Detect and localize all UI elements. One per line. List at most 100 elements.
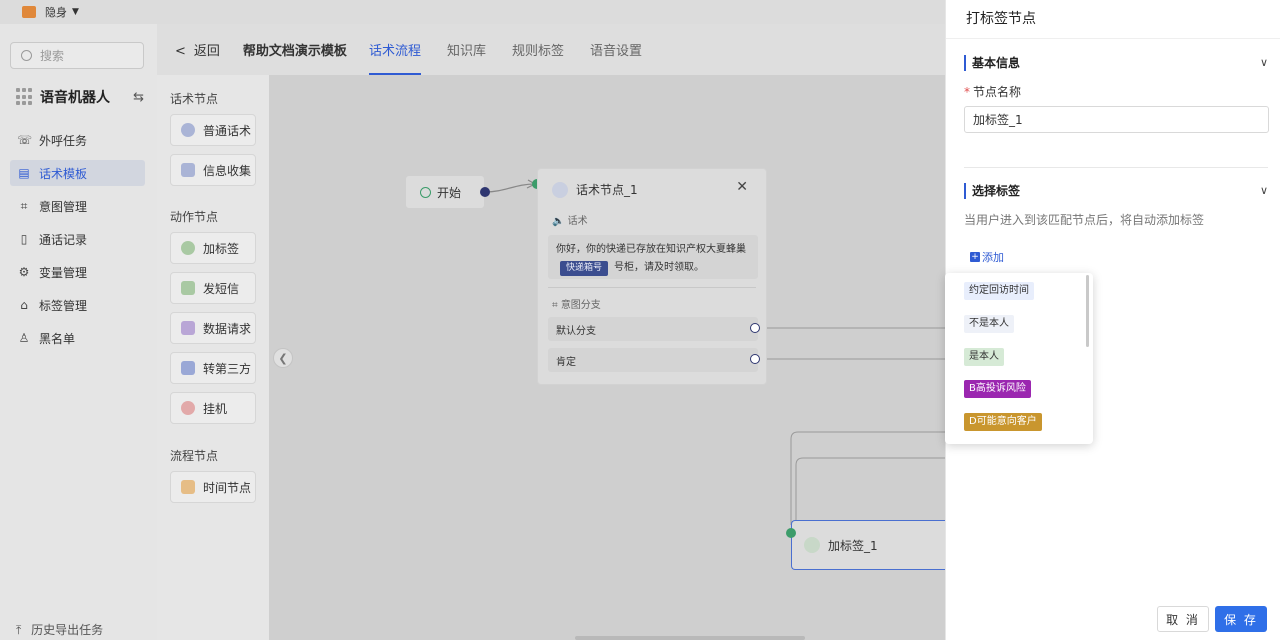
hangup-icon [181,401,195,415]
user-icon: ♙ [18,331,30,345]
branch-affirm-out-port[interactable] [750,354,760,364]
tag-option[interactable]: 不是本人 [964,315,1014,333]
tag-option[interactable]: B高投诉风险 [964,380,1031,398]
tag-node-label: 加标签_1 [828,538,878,553]
variable-icon: ⚙ [18,265,30,279]
branch-affirm[interactable]: 肯定 [548,348,758,372]
apps-grid-icon[interactable] [16,88,34,106]
sidebar-item-intents[interactable]: ⌗ 意图管理 [10,193,145,219]
sidebar-item-call-records[interactable]: ▯ 通话记录 [10,226,145,252]
palette-item-time-node[interactable]: 时间节点 [170,471,256,503]
branch-default-out-port[interactable] [750,323,760,333]
calendar-icon [181,480,195,494]
sidebar-item-label: 通话记录 [39,232,88,247]
caret-down-icon[interactable]: ▼ [72,7,79,17]
brand: 语音机器人 ⇆ [16,86,144,108]
divider [946,38,1280,39]
intent-section-text: 意图分支 [560,300,601,311]
section-select-tags: 选择标签 [964,183,1020,199]
tab-voice-settings[interactable]: 语音设置 [590,24,642,75]
upload-icon: ⤒ [16,623,22,637]
start-node-label: 开始 [437,185,462,200]
speech-node[interactable]: 话术节点_1 ✕ 🔈 话术 你好，你的快递已存放在知识产权大夏蜂巢 快递箱号 号柜… [537,168,767,385]
back-button[interactable]: < 返回 [175,40,220,59]
palette-item-add-tag[interactable]: 加标签 [170,232,256,264]
palette-item-data-request[interactable]: 数据请求 [170,312,256,344]
save-button[interactable]: 保 存 [1215,606,1267,632]
sidebar: 搜索 语音机器人 ⇆ ☏ 外呼任务 ▤ 话术模板 ⌗ 意图管理 ▯ 通话记录 ⚙… [0,24,157,640]
brand-title: 语音机器人 [40,90,110,106]
close-icon[interactable]: ✕ [736,179,748,195]
node-name-input[interactable] [964,106,1269,133]
export-history-link[interactable]: ⤒ 历史导出任务 [16,621,103,638]
canvas-scrollbar[interactable] [575,636,805,640]
palette-item-label: 挂机 [203,401,228,416]
palette-item-label: 加标签 [203,241,240,256]
tab-knowledge[interactable]: 知识库 [447,24,486,75]
node-palette: 话术节点 普通话术 信息收集 动作节点 加标签 发短信 数据请求 转第三方 挂机… [157,75,269,640]
sidebar-item-label: 黑名单 [39,331,76,346]
record-icon: ▯ [20,232,28,246]
tag-icon [804,537,820,553]
sidebar-item-templates[interactable]: ▤ 话术模板 [10,160,145,186]
branch-label: 肯定 [556,356,576,368]
collapse-palette-button[interactable]: ❮ [273,348,293,368]
palette-item-info-collect[interactable]: 信息收集 [170,154,256,186]
cancel-button[interactable]: 取 消 [1157,606,1209,632]
node-name-label-text: 节点名称 [973,85,1022,99]
sidebar-item-label: 话术模板 [39,166,88,181]
sidebar-item-label: 外呼任务 [39,133,88,148]
sidebar-item-outbound[interactable]: ☏ 外呼任务 [10,127,145,153]
chevron-down-icon[interactable]: ∨ [1260,184,1268,197]
tag-option[interactable]: 约定回访时间 [964,282,1034,300]
palette-item-hangup[interactable]: 挂机 [170,392,256,424]
sidebar-item-label: 意图管理 [39,199,88,214]
tab-rule-tags[interactable]: 规则标签 [512,24,564,75]
speech-message-line2-wrap: 快递箱号 号柜，请及时领取。 [556,259,750,277]
play-icon [420,186,431,198]
speech-icon [552,181,568,198]
search-input[interactable]: 搜索 [10,42,144,69]
palette-item-send-sms[interactable]: 发短信 [170,272,256,304]
branch-default[interactable]: 默认分支 [548,317,758,341]
tag-node-in-port[interactable] [786,528,796,538]
tag-node[interactable]: 加标签_1 [791,520,946,570]
add-tag-button[interactable]: + 添加 [970,249,1004,265]
user-status[interactable]: 隐身 [45,4,67,20]
collect-icon [181,163,195,177]
start-node[interactable]: 开始 [405,175,485,209]
template-title: 帮助文档演示模板 [242,44,347,59]
dropdown-scrollbar[interactable] [1086,275,1089,347]
plus-icon: + [970,252,980,262]
back-label: 返回 [193,44,220,59]
tag-option[interactable]: D可能意向客户 [964,413,1042,431]
search-icon [21,50,32,61]
document-icon: ▤ [18,166,30,180]
export-label: 历史导出任务 [31,623,104,637]
branch-label: 默认分支 [556,325,596,337]
search-placeholder: 搜索 [40,49,65,63]
speech-section-text: 话术 [567,216,588,227]
speech-node-header: 话术节点_1 [552,181,638,198]
speech-message-line1: 你好，你的快递已存放在知识产权大夏蜂巢 [556,244,746,255]
sidebar-item-tags[interactable]: ⌂ 标签管理 [10,292,145,318]
transfer-call-icon [181,361,195,375]
speech-icon [181,123,195,137]
variable-chip: 快递箱号 [560,261,609,276]
phone-icon: ☏ [17,133,33,147]
scan-icon: ⌗ [20,198,28,213]
palette-item-transfer[interactable]: 转第三方 [170,352,256,384]
sidebar-item-variables[interactable]: ⚙ 变量管理 [10,259,145,285]
tag-icon: ⌂ [20,298,28,312]
tab-flow[interactable]: 话术流程 [368,24,421,75]
switch-icon[interactable]: ⇆ [133,90,144,105]
chevron-down-icon[interactable]: ∨ [1260,56,1268,69]
tag-option[interactable]: 是本人 [964,348,1004,366]
speech-message: 你好，你的快递已存放在知识产权大夏蜂巢 快递箱号 号柜，请及时领取。 [548,235,758,279]
sidebar-item-blacklist[interactable]: ♙ 黑名单 [10,325,145,351]
tag-dropdown: 约定回访时间 不是本人 是本人 B高投诉风险 D可能意向客户 [945,273,1093,444]
add-tag-label: 添加 [982,251,1004,264]
palette-item-normal-speech[interactable]: 普通话术 [170,114,256,146]
palette-item-label: 信息收集 [203,163,252,178]
start-node-out-port[interactable] [480,187,490,197]
